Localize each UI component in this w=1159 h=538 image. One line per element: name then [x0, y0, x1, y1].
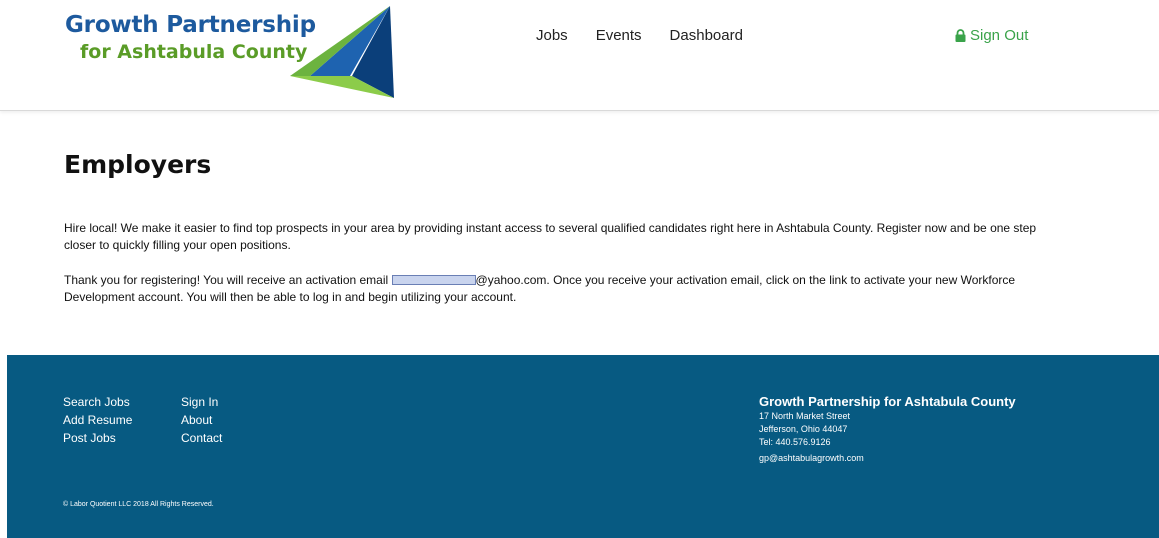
- footer-link-add-resume[interactable]: Add Resume: [63, 411, 132, 429]
- redacted-email: [391, 275, 476, 285]
- footer-links-primary: Search Jobs Add Resume Post Jobs: [63, 393, 132, 447]
- footer-link-sign-in[interactable]: Sign In: [181, 393, 222, 411]
- site-logo[interactable]: Growth Partnership for Ashtabula County: [60, 6, 395, 98]
- nav-dashboard[interactable]: Dashboard: [670, 27, 743, 44]
- footer-link-search-jobs[interactable]: Search Jobs: [63, 393, 132, 411]
- main-content: Employers Hire local! We make it easier …: [64, 150, 1064, 304]
- org-phone: Tel: 440.576.9126: [759, 437, 831, 447]
- logo-mark-icon: [290, 6, 394, 98]
- nav-events[interactable]: Events: [596, 27, 642, 44]
- footer-link-about[interactable]: About: [181, 411, 222, 429]
- main-nav: Jobs Events Dashboard: [536, 27, 771, 44]
- confirmation-text: Thank you for registering! You will rece…: [64, 272, 1054, 306]
- nav-jobs[interactable]: Jobs: [536, 27, 568, 44]
- sign-out-link[interactable]: Sign Out: [955, 27, 1028, 44]
- org-address-street: 17 North Market Street: [759, 411, 851, 421]
- site-footer: Search Jobs Add Resume Post Jobs Sign In…: [7, 355, 1159, 538]
- footer-org-info: Growth Partnership for Ashtabula County …: [759, 394, 1016, 465]
- org-name: Growth Partnership for Ashtabula County: [759, 394, 1016, 409]
- site-header: Growth Partnership for Ashtabula County …: [0, 0, 1159, 111]
- sign-out-label: Sign Out: [970, 27, 1029, 44]
- confirmation-text-start: Thank you for registering! You will rece…: [64, 273, 392, 287]
- footer-link-post-jobs[interactable]: Post Jobs: [63, 429, 132, 447]
- footer-link-contact[interactable]: Contact: [181, 429, 222, 447]
- page-title: Employers: [64, 150, 212, 179]
- intro-text: Hire local! We make it easier to find to…: [64, 221, 1037, 252]
- org-address-city: Jefferson, Ohio 44047: [759, 424, 848, 434]
- copyright-text: © Labor Quotient LLC 2018 All Rights Res…: [63, 501, 214, 508]
- org-email-link[interactable]: gp@ashtabulagrowth.com: [759, 452, 1016, 465]
- logo-subtitle: for Ashtabula County: [80, 41, 308, 63]
- logo-title: Growth Partnership: [65, 12, 316, 38]
- footer-links-secondary: Sign In About Contact: [181, 393, 222, 447]
- lock-icon: [955, 29, 966, 42]
